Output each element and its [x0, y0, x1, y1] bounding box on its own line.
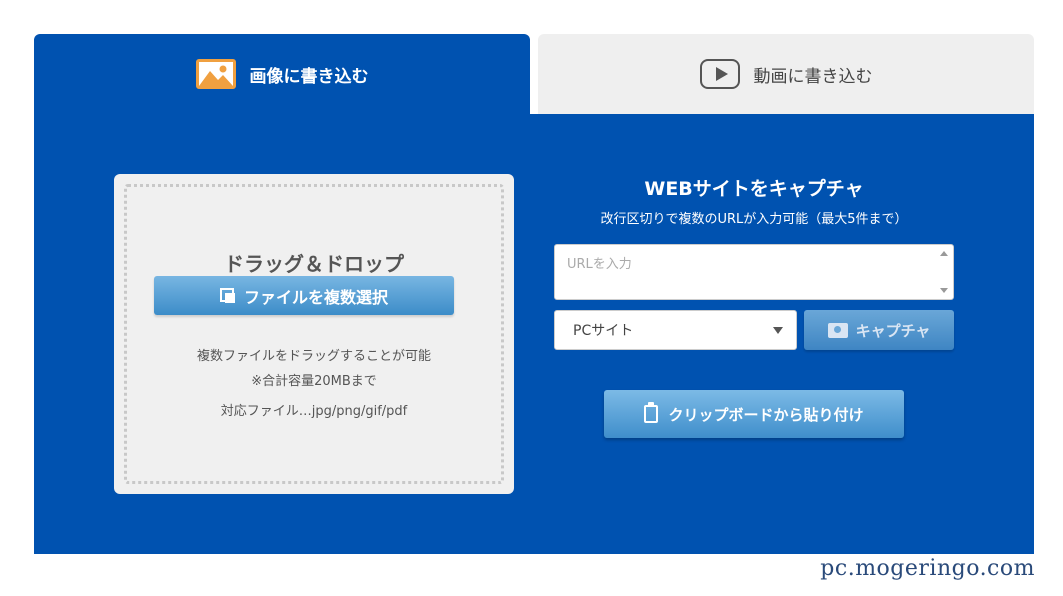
- image-icon: [195, 59, 236, 89]
- clipboard-icon: [644, 402, 659, 423]
- select-files-button[interactable]: ファイルを複数選択: [154, 276, 454, 315]
- tab-video-write[interactable]: 動画に書き込む: [538, 34, 1034, 114]
- copy-icon: [219, 287, 236, 304]
- dropzone-note-size: ※合計容量20MBまで: [251, 374, 377, 389]
- scroll-up-arrow-icon[interactable]: [940, 251, 948, 256]
- url-input[interactable]: [555, 245, 953, 299]
- paste-clipboard-button[interactable]: クリップボードから貼り付け: [604, 390, 904, 438]
- capture-button-label: キャプチャ: [855, 322, 931, 340]
- site-type-select[interactable]: PCサイト: [554, 310, 797, 350]
- capture-title: WEBサイトをキャプチャ: [644, 178, 864, 200]
- select-files-label: ファイルを複数選択: [243, 289, 388, 307]
- dropzone-border: [124, 184, 504, 484]
- tab-image-label: 画像に書き込む: [249, 66, 369, 87]
- tab-video-label: 動画に書き込む: [753, 66, 873, 87]
- tab-image-write[interactable]: 画像に書き込む: [34, 34, 530, 114]
- scroll-down-arrow-icon[interactable]: [940, 288, 948, 293]
- dropzone-note-multiple: 複数ファイルをドラッグすることが可能: [196, 349, 431, 364]
- site-watermark: pc.mogeringo.com: [820, 556, 1035, 581]
- capture-subtitle: 改行区切りで複数のURLが入力可能（最大5件まで）: [600, 212, 908, 227]
- url-input-box: [554, 244, 954, 300]
- dropzone-title: ドラッグ＆ドロップ: [224, 252, 404, 276]
- capture-button[interactable]: キャプチャ: [804, 310, 954, 350]
- camera-icon: [827, 322, 848, 338]
- dropdown-arrow-icon: [773, 327, 783, 334]
- paste-clipboard-label: クリップボードから貼り付け: [668, 406, 864, 424]
- dropzone-note-formats: 対応ファイル…jpg/png/gif/pdf: [220, 404, 408, 419]
- site-type-value: PCサイト: [573, 323, 634, 339]
- play-icon: [699, 59, 740, 89]
- file-dropzone[interactable]: ドラッグ＆ドロップ ファイルを複数選択 複数ファイルをドラッグすることが可能 ※…: [114, 174, 514, 494]
